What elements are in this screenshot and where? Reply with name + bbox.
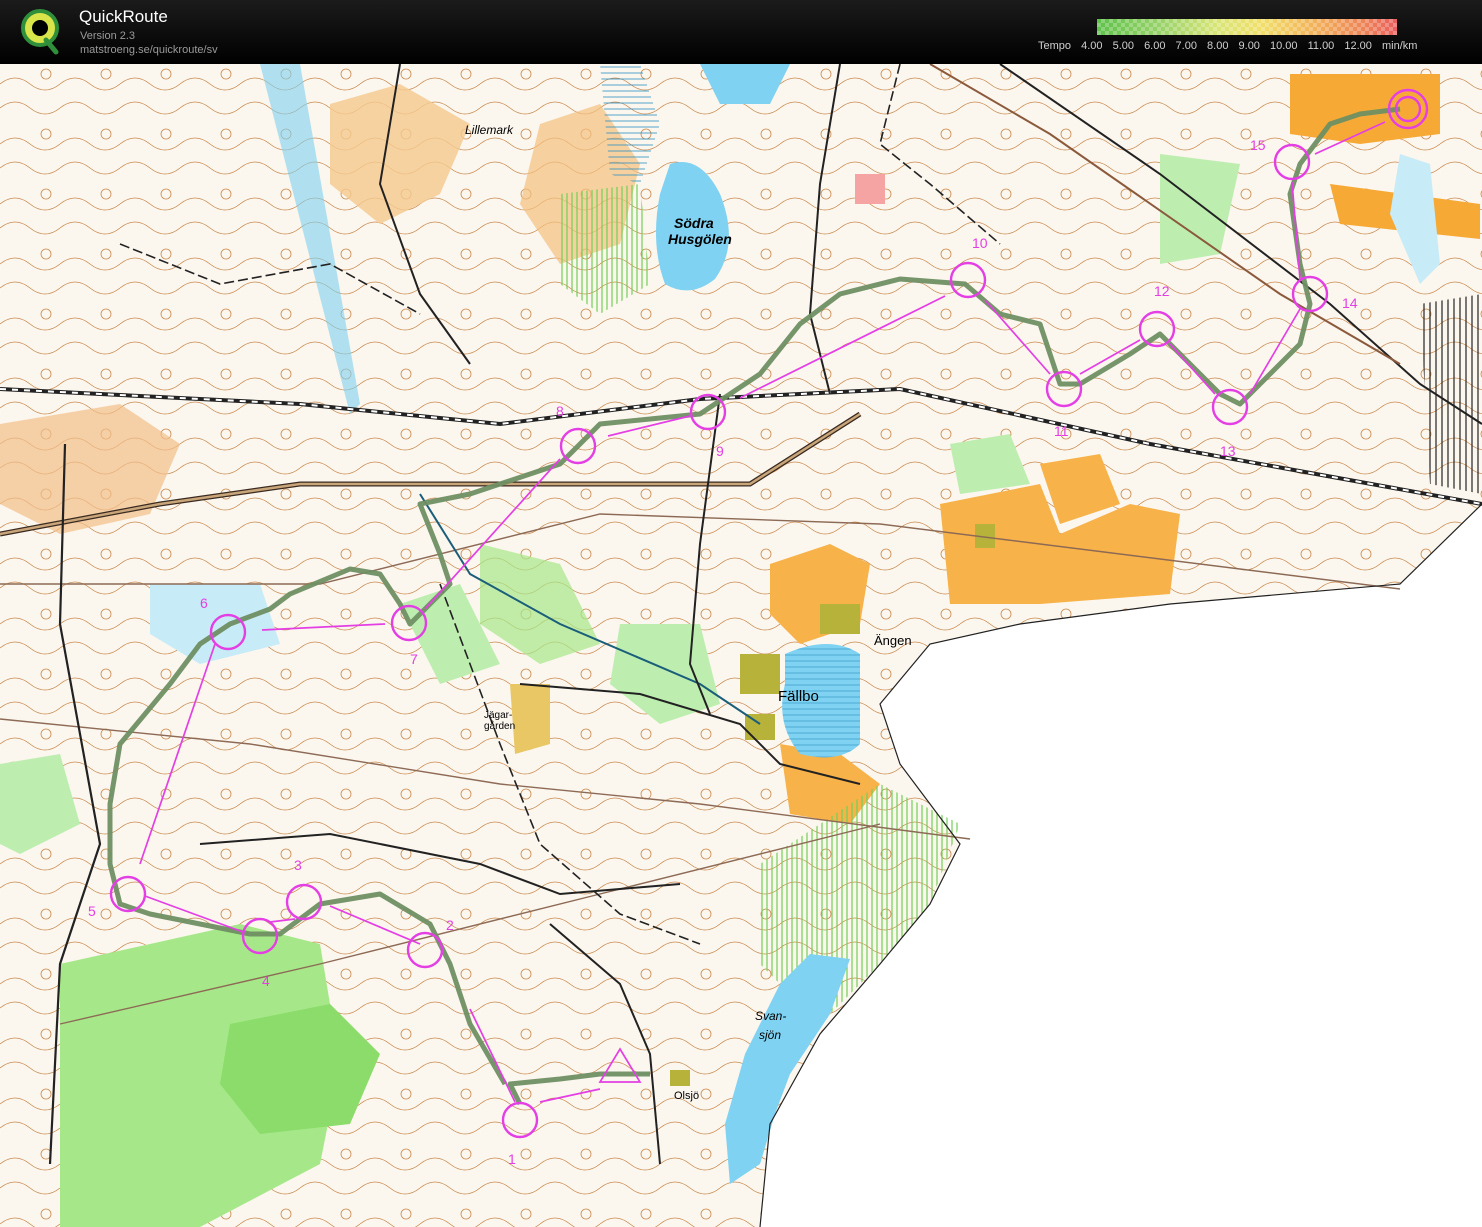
place-jagargarden: Jägar- bbox=[484, 710, 512, 721]
place-sodra-husgolen: Husgölen bbox=[668, 231, 732, 247]
place-svansjon: sjön bbox=[759, 1028, 781, 1042]
tempo-value: 12.00 bbox=[1344, 40, 1372, 52]
control-number: 15 bbox=[1250, 137, 1266, 153]
tempo-value: 7.00 bbox=[1175, 40, 1197, 52]
control-number: 8 bbox=[556, 403, 564, 419]
place-angen: Ängen bbox=[874, 633, 912, 648]
tempo-value: 6.00 bbox=[1144, 40, 1166, 52]
control-number: 11 bbox=[1054, 423, 1069, 439]
tempo-unit: min/km bbox=[1381, 40, 1418, 52]
place-fallbo: Fällbo bbox=[778, 688, 819, 705]
app-url[interactable]: matstroeng.se/quickroute/sv bbox=[80, 44, 218, 56]
control-number: 7 bbox=[410, 651, 418, 667]
control-number: 13 bbox=[1220, 443, 1236, 459]
tempo-value: 10.00 bbox=[1270, 40, 1298, 52]
place-lillemark: Lillemark bbox=[465, 123, 514, 137]
place-olsjo: Olsjö bbox=[674, 1090, 699, 1102]
tempo-value: 11.00 bbox=[1307, 40, 1335, 52]
tempo-label: Tempo bbox=[1038, 40, 1072, 52]
place-sodra-husgolen: Södra bbox=[674, 215, 714, 231]
quickroute-logo bbox=[21, 9, 59, 55]
tempo-value: 4.00 bbox=[1081, 40, 1103, 52]
control-number: 4 bbox=[262, 973, 270, 989]
control-number: 10 bbox=[972, 235, 988, 251]
orienteering-map[interactable]: 1 2 3 4 5 6 7 8 9 10 11 12 13 14 15 Lill… bbox=[0, 64, 1482, 1227]
control-number: 6 bbox=[200, 595, 208, 611]
app-header: QuickRoute Version 2.3 matstroeng.se/qui… bbox=[0, 0, 1482, 64]
app-title: QuickRoute bbox=[79, 7, 168, 26]
control-number: 9 bbox=[716, 443, 724, 459]
control-number: 3 bbox=[294, 857, 302, 873]
tempo-color-scale bbox=[1097, 19, 1397, 35]
place-jagargarden: gården bbox=[484, 720, 515, 732]
control-number: 12 bbox=[1154, 283, 1170, 299]
control-number: 5 bbox=[88, 903, 96, 919]
tempo-value: 5.00 bbox=[1112, 40, 1134, 52]
tempo-legend: Tempo 4.00 5.00 6.00 7.00 8.00 9.00 10.0… bbox=[1038, 40, 1424, 52]
app-version: Version 2.3 bbox=[80, 30, 136, 42]
control-number: 2 bbox=[446, 917, 454, 933]
tempo-value: 9.00 bbox=[1238, 40, 1260, 52]
control-number: 14 bbox=[1342, 295, 1358, 311]
tempo-value: 8.00 bbox=[1207, 40, 1229, 52]
place-svansjon: Svan- bbox=[755, 1009, 786, 1023]
control-number: 1 bbox=[508, 1151, 516, 1167]
